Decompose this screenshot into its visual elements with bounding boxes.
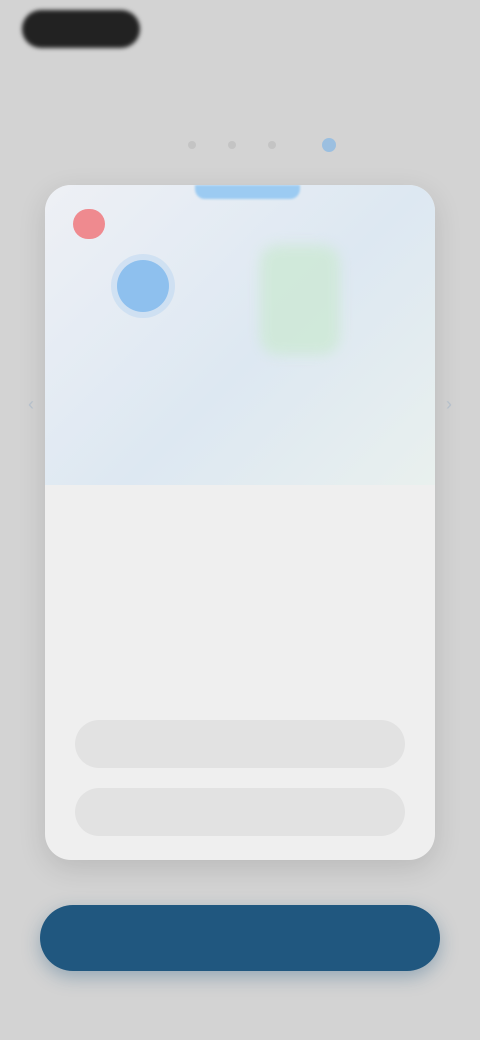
pagination-dot[interactable] <box>188 141 196 149</box>
pagination-dot[interactable] <box>228 141 236 149</box>
onboarding-card <box>45 185 435 860</box>
option-primary-button[interactable] <box>75 720 405 768</box>
pagination-dots <box>0 138 480 158</box>
avatar <box>117 260 169 312</box>
option-secondary-button[interactable] <box>75 788 405 836</box>
pagination-dot-active[interactable] <box>322 138 336 152</box>
status-badge <box>73 209 105 239</box>
chevron-left-icon[interactable]: ‹ <box>22 395 40 413</box>
hero-graphic <box>260 245 340 355</box>
chevron-right-icon[interactable]: › <box>440 395 458 413</box>
card-top-accent <box>195 185 300 199</box>
status-pill <box>22 10 140 48</box>
main-action-button[interactable] <box>40 905 440 971</box>
pagination-dot[interactable] <box>268 141 276 149</box>
